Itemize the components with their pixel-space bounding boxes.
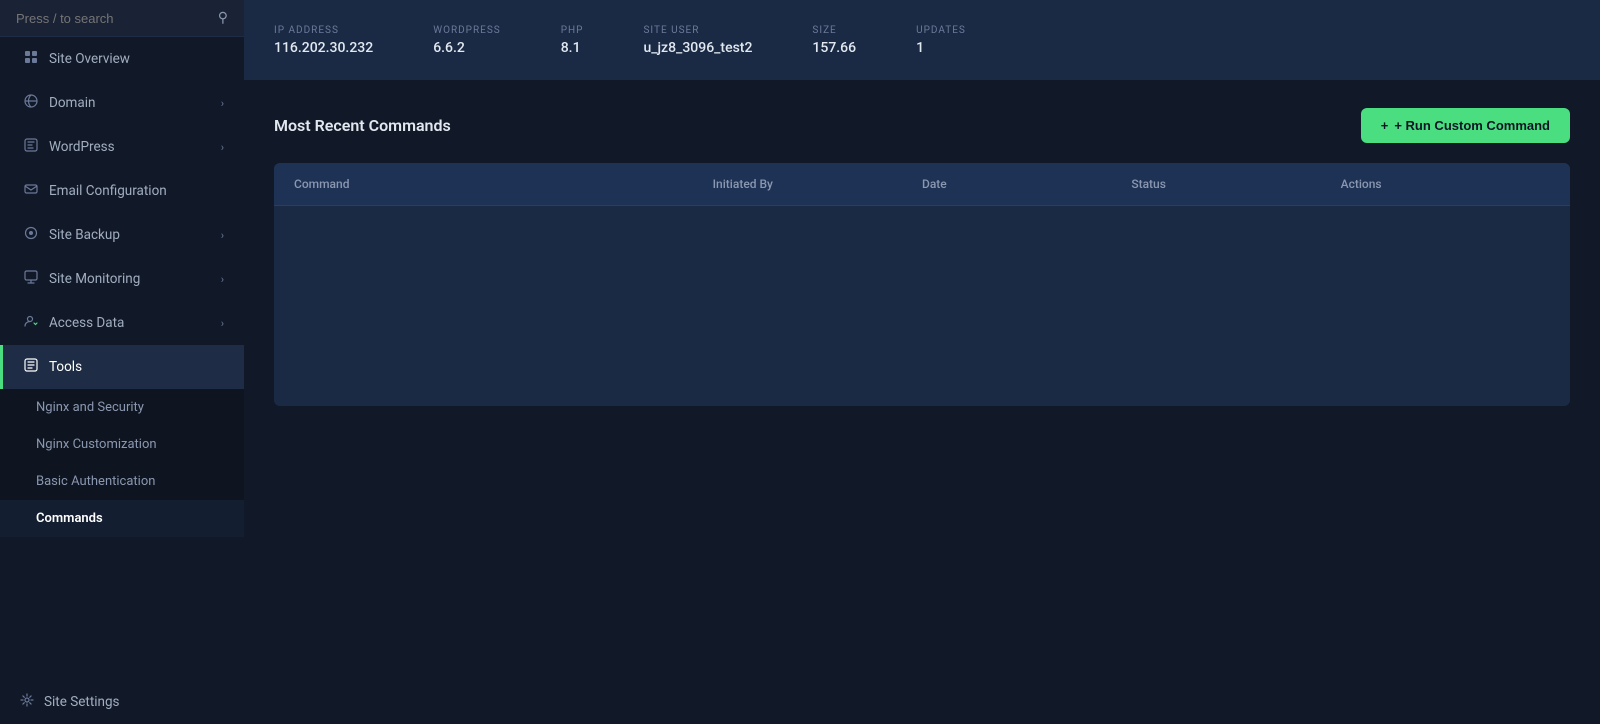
sidebar-item-domain[interactable]: Domain › xyxy=(0,81,244,125)
sidebar-sub-item-nginx-security[interactable]: Nginx and Security xyxy=(0,389,244,426)
sidebar-item-label: Email Configuration xyxy=(49,183,167,199)
info-col-php: PHP 8.1 xyxy=(561,25,584,56)
sidebar-item-label: Tools xyxy=(49,359,82,375)
plus-icon: + xyxy=(1381,118,1389,133)
ip-address-label: IP ADDRESS xyxy=(274,25,373,36)
table-header: Command Initiated By Date Status Actions xyxy=(274,163,1570,206)
section-title: Most Recent Commands xyxy=(274,116,451,135)
commands-table: Command Initiated By Date Status Actions xyxy=(274,163,1570,406)
chevron-right-icon: › xyxy=(221,317,224,330)
chevron-right-icon: › xyxy=(221,273,224,286)
info-col-ip: IP ADDRESS 116.202.30.232 xyxy=(274,25,373,56)
domain-icon xyxy=(23,94,39,112)
nginx-customization-label: Nginx Customization xyxy=(36,437,157,452)
info-col-site-user: SITE USER u_jz8_3096_test2 xyxy=(643,25,752,56)
info-col-size: SIZE 157.66 xyxy=(812,25,856,56)
ip-address-value: 116.202.30.232 xyxy=(274,40,373,56)
content-area: Most Recent Commands + + Run Custom Comm… xyxy=(244,80,1600,724)
sidebar-item-site-overview[interactable]: Site Overview xyxy=(0,37,244,81)
search-input[interactable] xyxy=(16,11,210,26)
sidebar: ⚲ Site Overview Domain › WordPress › xyxy=(0,0,244,724)
info-col-updates: UPDATES 1 xyxy=(916,25,966,56)
info-bar: IP ADDRESS 116.202.30.232 WORDPRESS 6.6.… xyxy=(244,0,1600,80)
sidebar-item-label: WordPress xyxy=(49,139,115,155)
search-bar[interactable]: ⚲ xyxy=(0,0,244,37)
sidebar-item-label: Access Data xyxy=(49,315,124,331)
site-settings-label: Site Settings xyxy=(44,694,120,710)
chevron-right-icon: › xyxy=(221,97,224,110)
commands-label: Commands xyxy=(36,511,103,526)
site-settings-icon xyxy=(20,693,34,711)
section-header: Most Recent Commands + + Run Custom Comm… xyxy=(274,108,1570,143)
php-label: PHP xyxy=(561,25,584,36)
chevron-right-icon: › xyxy=(221,141,224,154)
sidebar-nav: Site Overview Domain › WordPress › Email… xyxy=(0,37,244,537)
basic-authentication-label: Basic Authentication xyxy=(36,474,155,489)
run-custom-command-button[interactable]: + + Run Custom Command xyxy=(1361,108,1570,143)
site-user-value: u_jz8_3096_test2 xyxy=(643,40,752,56)
sidebar-item-wordpress[interactable]: WordPress › xyxy=(0,125,244,169)
sidebar-item-site-monitoring[interactable]: Site Monitoring › xyxy=(0,257,244,301)
col-command: Command xyxy=(294,177,713,191)
info-col-wordpress: WORDPRESS 6.6.2 xyxy=(433,25,501,56)
nginx-security-label: Nginx and Security xyxy=(36,400,144,415)
wordpress-label: WORDPRESS xyxy=(433,25,501,36)
size-label: SIZE xyxy=(812,25,856,36)
site-user-label: SITE USER xyxy=(643,25,752,36)
sidebar-sub-item-nginx-customization[interactable]: Nginx Customization xyxy=(0,426,244,463)
table-body xyxy=(274,206,1570,406)
sidebar-sub-item-commands[interactable]: Commands xyxy=(0,500,244,537)
wordpress-value: 6.6.2 xyxy=(433,40,501,56)
updates-value: 1 xyxy=(916,40,966,56)
site-overview-icon xyxy=(23,50,39,68)
col-initiated-by: Initiated By xyxy=(713,177,922,191)
sidebar-item-site-backup[interactable]: Site Backup › xyxy=(0,213,244,257)
sidebar-item-label: Site Monitoring xyxy=(49,271,140,287)
tools-icon xyxy=(23,358,39,376)
main-content: IP ADDRESS 116.202.30.232 WORDPRESS 6.6.… xyxy=(244,0,1600,724)
sidebar-item-email-configuration[interactable]: Email Configuration xyxy=(0,169,244,213)
sidebar-item-access-data[interactable]: Access Data › xyxy=(0,301,244,345)
updates-label: UPDATES xyxy=(916,25,966,36)
sidebar-item-site-settings[interactable]: Site Settings xyxy=(0,680,244,724)
size-value: 157.66 xyxy=(812,40,856,56)
sidebar-item-label: Domain xyxy=(49,95,95,111)
sidebar-item-label: Site Backup xyxy=(49,227,120,243)
col-status: Status xyxy=(1131,177,1340,191)
sidebar-sub-item-basic-authentication[interactable]: Basic Authentication xyxy=(0,463,244,500)
col-actions: Actions xyxy=(1341,177,1550,191)
site-monitoring-icon xyxy=(23,270,39,288)
sidebar-item-tools[interactable]: Tools xyxy=(0,345,244,389)
sidebar-item-label: Site Overview xyxy=(49,51,130,67)
wordpress-icon xyxy=(23,138,39,156)
site-backup-icon xyxy=(23,226,39,244)
access-data-icon xyxy=(23,314,39,332)
run-button-label: + Run Custom Command xyxy=(1394,118,1550,133)
chevron-right-icon: › xyxy=(221,229,224,242)
search-icon: ⚲ xyxy=(218,10,228,26)
php-value: 8.1 xyxy=(561,40,584,56)
email-icon xyxy=(23,182,39,200)
col-date: Date xyxy=(922,177,1131,191)
